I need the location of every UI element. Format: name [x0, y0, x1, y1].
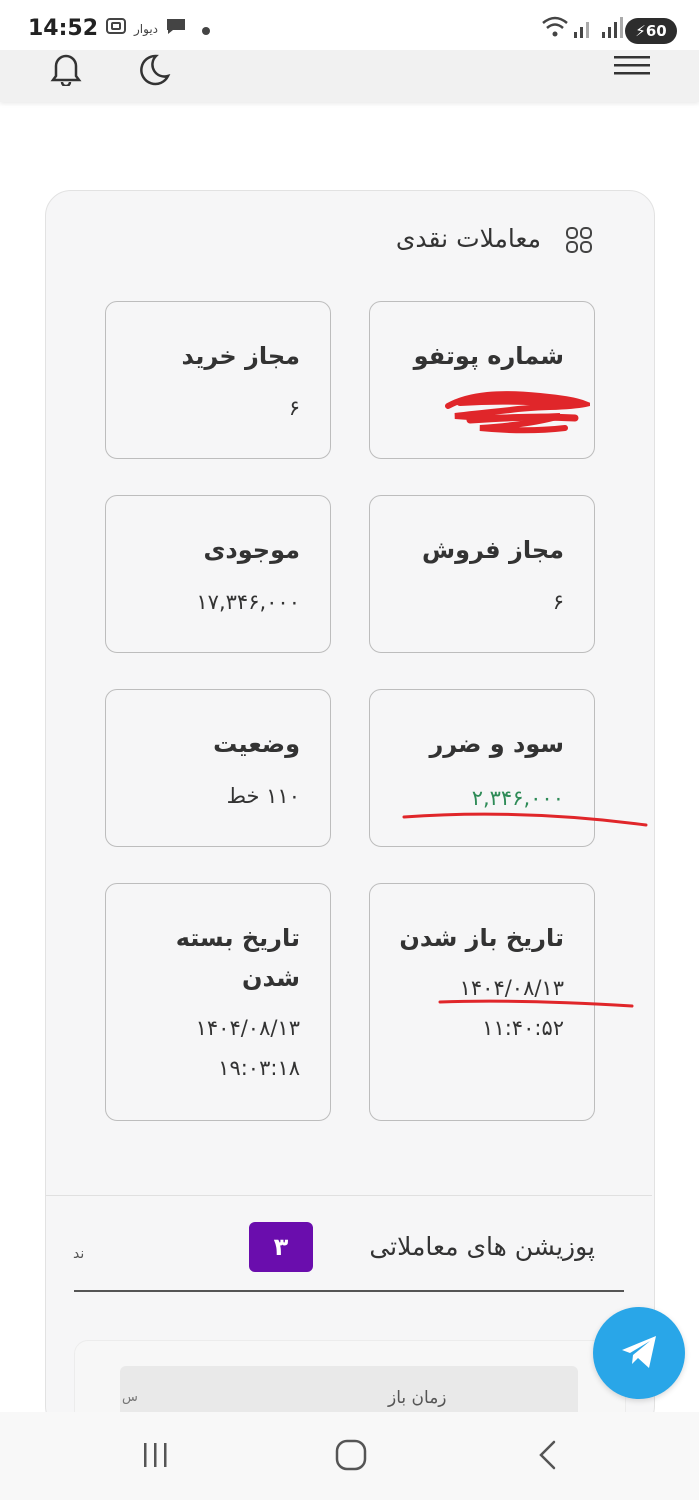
signal-icon [572, 14, 596, 45]
paper-plane-icon [616, 1328, 662, 1378]
home-icon[interactable] [334, 1438, 368, 1476]
app-header [0, 50, 699, 102]
tile-value: ۶ [552, 590, 564, 614]
chat-icon [164, 14, 188, 43]
system-nav-bar [0, 1412, 699, 1500]
screenshot-icon [104, 14, 128, 43]
tile-buy-allowed: مجاز خرید ۶ [105, 301, 331, 459]
telegram-button[interactable] [593, 1307, 685, 1399]
positions-title: پوزیشن های معاملاتی [369, 1232, 595, 1261]
recent-apps-icon[interactable] [140, 1440, 172, 1474]
status-time: 14:52 [28, 16, 99, 41]
tile-label: مجاز فروش [421, 536, 564, 564]
tile-label: وضعیت [213, 730, 300, 758]
redacted-scribble [440, 388, 596, 442]
signal-icon-2 [600, 14, 624, 45]
tile-value: ۱۱۰ خط [226, 784, 300, 808]
moon-icon[interactable] [132, 52, 172, 90]
tile-label: شماره پوتفو [413, 342, 564, 370]
positions-underline [74, 1290, 624, 1292]
bell-icon[interactable] [48, 52, 84, 90]
tile-value-time: ۱۱:۴۰:۵۲ [482, 1016, 564, 1040]
tile-label: تاریخ بسته شدن [176, 918, 300, 998]
tile-label-line2: شدن [242, 964, 300, 992]
tile-portfolio-number: شماره پوتفو [369, 301, 596, 459]
wifi-icon [541, 14, 569, 45]
notification-dot-icon [201, 20, 211, 41]
tile-sell-allowed: مجاز فروش ۶ [369, 495, 595, 653]
tile-value: ۶ [288, 396, 300, 420]
tile-label: مجاز خرید [181, 342, 300, 370]
grid-icon [565, 226, 592, 253]
red-underline-annotation [402, 812, 648, 827]
tile-value: ۱۴۰۴/۰۸/۱۳ [195, 1016, 300, 1040]
menu-icon[interactable] [612, 52, 652, 86]
tile-close-date: تاریخ بسته شدن ۱۴۰۴/۰۸/۱۳ ۱۹:۰۳:۱۸ [105, 883, 331, 1121]
tile-status: وضعیت ۱۱۰ خط [105, 689, 331, 847]
section-divider [46, 1195, 652, 1196]
card-title: معاملات نقدی [395, 224, 541, 253]
tile-balance: موجودی ۱۷,۳۴۶,۰۰۰ [105, 495, 331, 653]
tile-value: ۱۷,۳۴۶,۰۰۰ [196, 590, 300, 614]
back-icon[interactable] [534, 1438, 562, 1476]
column-open-time: زمان باز [388, 1388, 447, 1408]
tile-value-time: ۱۹:۰۳:۱۸ [218, 1056, 300, 1080]
red-underline-annotation [438, 999, 634, 1008]
status-app-label: دیوار [134, 22, 159, 36]
battery-indicator: ⚡ 60 [625, 18, 677, 44]
positions-truncated-text: ند [73, 1246, 85, 1262]
column-truncated: س [122, 1390, 138, 1405]
status-bar: 14:52 دیوار ⚡ 60 [0, 0, 699, 50]
tile-label-line1: تاریخ بسته [175, 924, 300, 952]
positions-count-badge: ۳ [249, 1222, 313, 1272]
tile-label: سود و ضرر [429, 730, 564, 758]
battery-level: 60 [645, 22, 667, 40]
battery-bolt-icon: ⚡ [635, 22, 646, 40]
tile-label: موجودی [203, 536, 300, 564]
tile-label: تاریخ باز شدن [399, 924, 564, 952]
